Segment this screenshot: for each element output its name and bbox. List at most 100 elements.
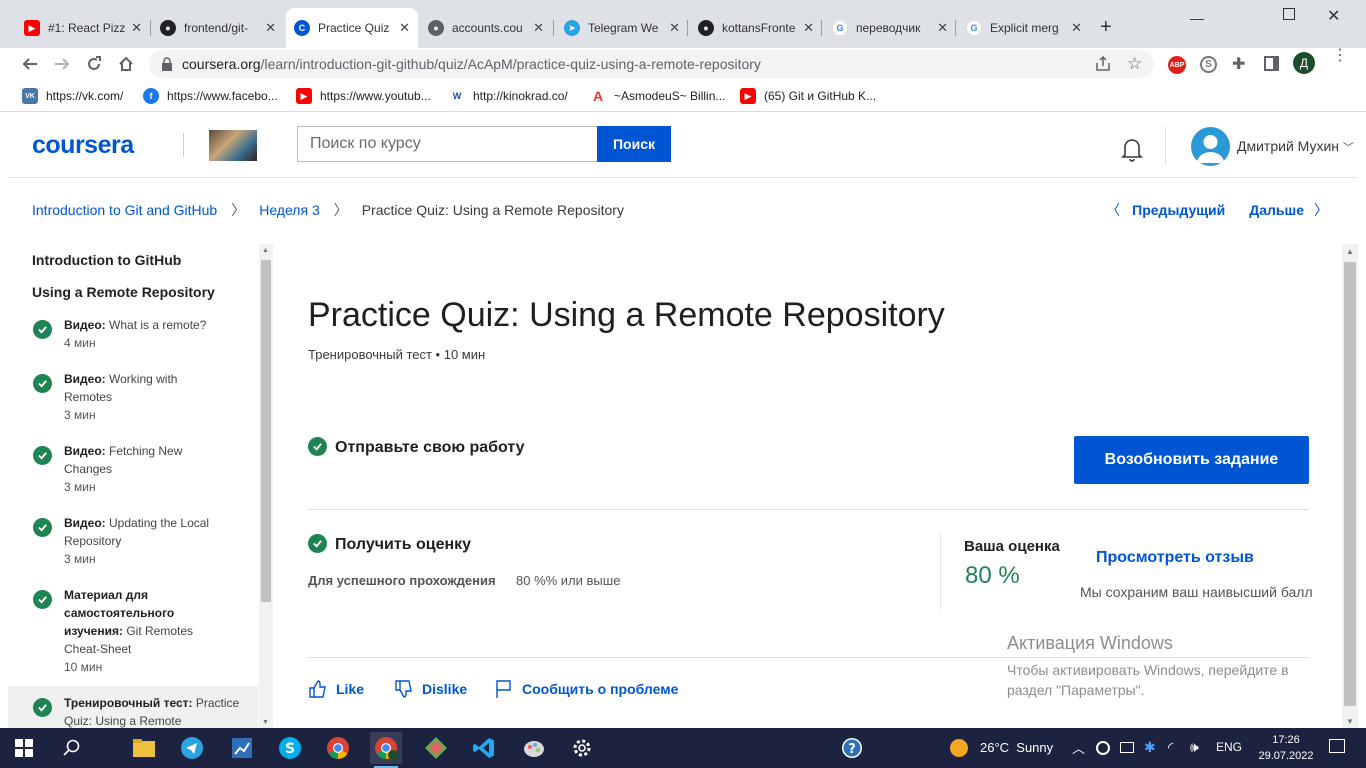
- display-icon[interactable]: [1120, 742, 1134, 753]
- url-host: coursera.org: [182, 56, 261, 72]
- user-avatar[interactable]: [1191, 127, 1230, 166]
- browser-tab[interactable]: ● frontend/git- ✕: [152, 12, 284, 44]
- sidebar-scrollbar[interactable]: ▲ ▼: [259, 244, 273, 728]
- chevron-right-icon[interactable]: 〉: [1314, 200, 1328, 220]
- scroll-up-icon[interactable]: ▲: [262, 247, 269, 254]
- bookmark-item[interactable]: ▶ https://www.youtub...: [296, 88, 431, 104]
- tray-chevron-up-icon[interactable]: ︿: [1072, 738, 1085, 757]
- close-tab-icon[interactable]: ✕: [265, 20, 276, 36]
- dislike-button[interactable]: Dislike: [394, 679, 467, 699]
- app-chart-icon[interactable]: [226, 732, 258, 764]
- browser-tab[interactable]: ● kottansFronte ✕: [690, 12, 822, 44]
- paint-icon[interactable]: [518, 732, 550, 764]
- user-name[interactable]: Дмитрий Мухин ﹀: [1237, 138, 1354, 155]
- search-button[interactable]: Поиск: [597, 126, 671, 162]
- reload-icon[interactable]: [82, 52, 106, 76]
- clock[interactable]: 17:26 29.07.2022: [1251, 732, 1321, 764]
- close-tab-icon[interactable]: ✕: [1071, 20, 1082, 36]
- weather-widget[interactable]: 26°C Sunny: [980, 740, 1053, 755]
- bookmark-item[interactable]: Whttp://kinokrad.co/: [449, 88, 568, 104]
- sidebar-item[interactable]: Видео: Fetching New Changes 3 мин: [8, 442, 258, 496]
- chrome-icon[interactable]: [322, 732, 354, 764]
- browser-tab-active[interactable]: C Practice Quiz ✕: [286, 8, 418, 48]
- browser-tab[interactable]: G переводчик ✕: [824, 12, 956, 44]
- close-tab-icon[interactable]: ✕: [533, 20, 544, 36]
- report-problem-button[interactable]: Сообщить о проблеме: [494, 679, 678, 699]
- file-explorer-icon[interactable]: [128, 732, 160, 764]
- close-tab-icon[interactable]: ✕: [131, 20, 142, 36]
- course-search-input[interactable]: Поиск по курсу: [297, 126, 597, 162]
- bluetooth-icon[interactable]: ✱: [1144, 739, 1156, 756]
- close-tab-icon[interactable]: ✕: [937, 20, 948, 36]
- windows-start-icon[interactable]: [8, 732, 40, 764]
- close-window-icon[interactable]: ✕: [1327, 6, 1340, 26]
- breadcrumb-course-link[interactable]: Introduction to Git and GitHub: [32, 202, 217, 218]
- lesson-title[interactable]: Using a Remote Repository: [32, 284, 215, 300]
- like-button[interactable]: Like: [308, 679, 364, 699]
- close-tab-icon[interactable]: ✕: [399, 20, 410, 36]
- sidepanel-icon[interactable]: [1264, 56, 1279, 71]
- home-icon[interactable]: [114, 52, 138, 76]
- extensions-puzzle-icon[interactable]: ✚: [1232, 54, 1245, 74]
- breadcrumb-week-link[interactable]: Неделя 3: [259, 202, 320, 218]
- sidebar-item[interactable]: Видео: Working with Remotes 3 мин: [8, 370, 258, 424]
- minimize-icon[interactable]: —: [1190, 10, 1204, 26]
- close-tab-icon[interactable]: ✕: [803, 20, 814, 36]
- skype-icon[interactable]: S: [274, 732, 306, 764]
- vscode-icon[interactable]: [468, 732, 500, 764]
- address-bar[interactable]: coursera.org/learn/introduction-git-gith…: [149, 50, 1154, 78]
- browser-tab[interactable]: ➤ Telegram We ✕: [556, 12, 688, 44]
- bookmark-label: https://vk.com/: [46, 89, 124, 103]
- volume-icon[interactable]: 🕪: [1190, 739, 1199, 756]
- partner-logo[interactable]: [209, 130, 257, 161]
- menu-kebab-icon[interactable]: ⋮: [1332, 48, 1348, 64]
- sidebar-item[interactable]: Материал для самостоятельного изучения: …: [8, 586, 258, 676]
- bookmark-star-icon[interactable]: ☆: [1127, 54, 1142, 74]
- search-icon[interactable]: [56, 732, 88, 764]
- share-icon[interactable]: [1095, 55, 1111, 77]
- sidebar-item-current[interactable]: Тренировочный тест: Practice Quiz: Using…: [8, 686, 258, 728]
- sourcetree-icon[interactable]: [420, 732, 452, 764]
- bookmark-item[interactable]: VK https://vk.com/: [22, 88, 123, 104]
- forward-icon[interactable]: [50, 52, 74, 76]
- page-scrollbar[interactable]: ▲ ▼: [1342, 244, 1358, 728]
- profile-avatar[interactable]: Д: [1293, 52, 1315, 74]
- bookmark-item[interactable]: A ~AsmodeuS~ Billin...: [590, 88, 725, 104]
- skype-extension-icon[interactable]: S: [1200, 56, 1217, 73]
- sidebar-scroll-thumb[interactable]: [261, 260, 271, 602]
- coursera-logo[interactable]: coursera: [32, 131, 134, 160]
- resume-assignment-button[interactable]: Возобновить задание: [1074, 436, 1309, 484]
- adblock-icon[interactable]: ABP: [1168, 56, 1186, 74]
- page-scroll-thumb[interactable]: [1344, 262, 1356, 706]
- telegram-icon[interactable]: [176, 732, 208, 764]
- lock-icon[interactable]: [161, 57, 173, 76]
- help-icon[interactable]: ?: [836, 732, 868, 764]
- next-item-link[interactable]: Дальше: [1249, 202, 1304, 218]
- browser-tab[interactable]: G Explicit merg ✕: [958, 12, 1090, 44]
- maximize-icon[interactable]: [1283, 8, 1295, 20]
- sidebar-item[interactable]: Видео: Updating the Local Repository 3 м…: [8, 514, 258, 568]
- language-indicator[interactable]: ENG: [1216, 740, 1242, 754]
- record-icon[interactable]: [1096, 741, 1110, 755]
- browser-tab[interactable]: ▶ #1: React Pizza ✕: [16, 12, 150, 44]
- chrome-profile-icon[interactable]: [370, 732, 402, 768]
- weather-sun-icon[interactable]: [950, 739, 968, 757]
- sidebar-item[interactable]: Видео: What is a remote? 4 мин: [8, 316, 258, 352]
- bookmark-item[interactable]: f https://www.facebo...: [143, 88, 278, 104]
- scroll-down-icon[interactable]: ▼: [262, 719, 269, 726]
- previous-item-link[interactable]: Предыдущий: [1132, 202, 1225, 218]
- notifications-bell-icon[interactable]: [1120, 136, 1143, 162]
- view-feedback-link[interactable]: Просмотреть отзыв: [1096, 549, 1254, 567]
- wifi-icon[interactable]: ◜: [1168, 739, 1173, 756]
- close-tab-icon[interactable]: ✕: [669, 20, 680, 36]
- browser-tab[interactable]: ● accounts.cou ✕: [420, 12, 552, 44]
- notifications-icon[interactable]: [1329, 739, 1345, 753]
- logo-divider: [183, 133, 184, 157]
- bookmark-item[interactable]: ▶ (65) Git и GitHub K...: [740, 88, 876, 104]
- scroll-down-icon[interactable]: ▼: [1346, 717, 1354, 726]
- back-icon[interactable]: [18, 52, 42, 76]
- scroll-up-icon[interactable]: ▲: [1346, 247, 1354, 256]
- settings-gear-icon[interactable]: [566, 732, 598, 764]
- chevron-left-icon[interactable]: 〈: [1106, 200, 1120, 220]
- new-tab-icon[interactable]: +: [1100, 16, 1112, 39]
